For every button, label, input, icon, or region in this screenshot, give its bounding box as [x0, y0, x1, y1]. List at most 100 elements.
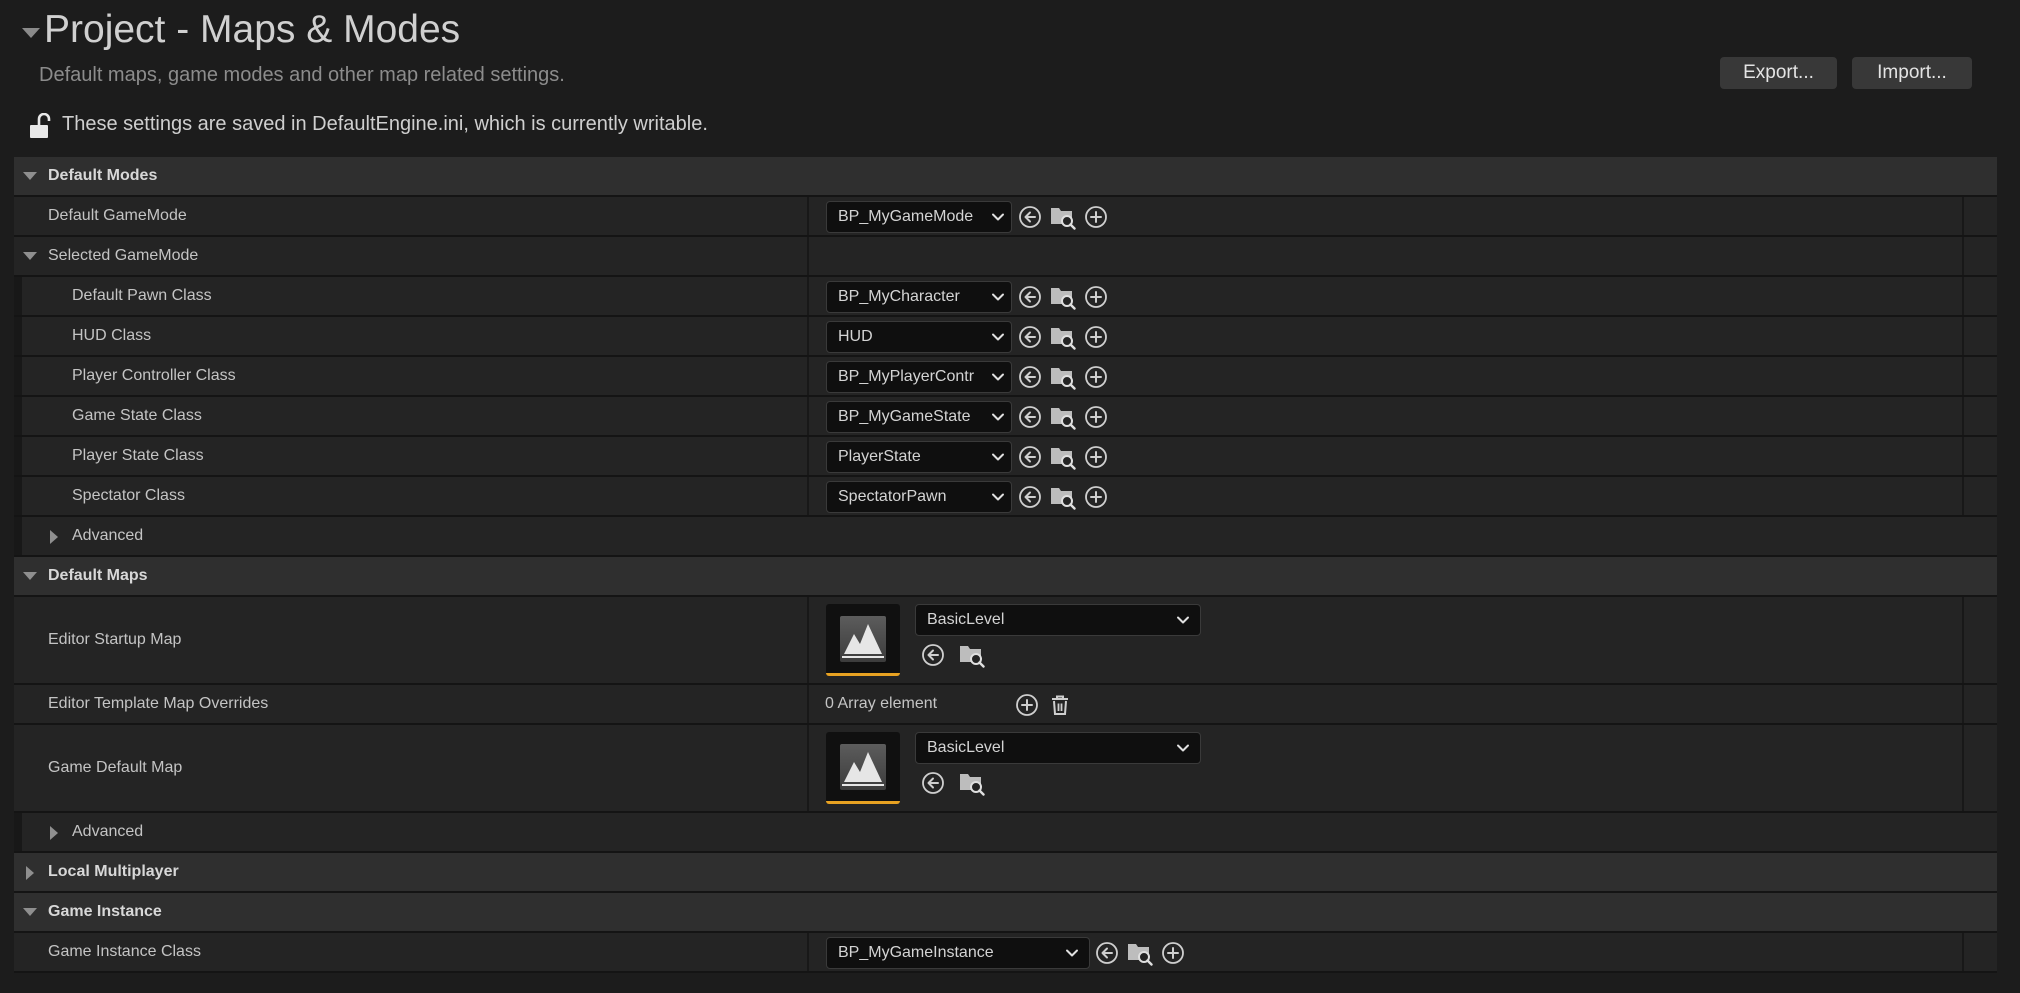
use-selected-arrow-icon[interactable] — [1017, 404, 1043, 430]
trash-icon[interactable] — [1047, 692, 1073, 718]
chevron-down-icon — [985, 362, 1011, 392]
game-default-map-combo[interactable]: BasicLevel — [915, 732, 1201, 764]
default-pawn-class-combo[interactable]: BP_MyCharacter — [826, 281, 1012, 313]
add-element-icon[interactable] — [1014, 692, 1040, 718]
category-label: Game Instance — [48, 903, 162, 920]
property-row-player-controller-class: Player Controller Class BP_MyPlayerContr — [14, 357, 1997, 397]
category-default-modes[interactable]: Default Modes — [14, 157, 1997, 197]
property-row-game-state-class: Game State Class BP_MyGameState — [14, 397, 1997, 437]
default-gamemode-combo[interactable]: BP_MyGameMode — [826, 201, 1012, 233]
chevron-down-icon — [985, 282, 1011, 312]
collapse-arrow-icon[interactable] — [23, 252, 37, 260]
property-row-default-gamemode: Default GameMode BP_MyGameMode — [14, 197, 1997, 237]
player-state-class-combo[interactable]: PlayerState — [826, 441, 1012, 473]
combo-value: BP_MyCharacter — [838, 288, 960, 305]
use-selected-arrow-icon[interactable] — [1094, 940, 1120, 966]
browse-asset-icon[interactable] — [959, 770, 985, 796]
level-thumbnail-icon — [840, 744, 886, 790]
group-advanced-modes[interactable]: Advanced — [14, 517, 1997, 557]
category-label: Local Multiplayer — [48, 863, 179, 880]
browse-asset-icon[interactable] — [1050, 324, 1076, 350]
spectator-class-combo[interactable]: SpectatorPawn — [826, 481, 1012, 513]
browse-asset-icon[interactable] — [959, 642, 985, 668]
add-new-icon[interactable] — [1083, 204, 1109, 230]
category-label: Default Maps — [48, 567, 148, 584]
expand-arrow-icon[interactable] — [50, 826, 58, 840]
page-title: Project - Maps & Modes — [44, 8, 461, 51]
add-new-icon[interactable] — [1083, 324, 1109, 350]
add-new-icon[interactable] — [1083, 484, 1109, 510]
chevron-down-icon — [985, 402, 1011, 432]
category-local-multiplayer[interactable]: Local Multiplayer — [14, 853, 1997, 893]
add-new-icon[interactable] — [1083, 364, 1109, 390]
property-label: Default GameMode — [48, 207, 187, 224]
collapse-header-arrow-icon[interactable] — [22, 28, 40, 38]
use-selected-arrow-icon[interactable] — [1017, 204, 1043, 230]
browse-asset-icon[interactable] — [1050, 484, 1076, 510]
property-row-game-instance-class: Game Instance Class BP_MyGameInstance — [14, 933, 1997, 973]
level-thumbnail-icon — [840, 616, 886, 662]
game-state-class-combo[interactable]: BP_MyGameState — [826, 401, 1012, 433]
collapse-arrow-icon[interactable] — [23, 172, 37, 180]
page-subtitle: Default maps, game modes and other map r… — [39, 64, 565, 86]
browse-asset-icon[interactable] — [1050, 444, 1076, 470]
add-new-icon[interactable] — [1083, 444, 1109, 470]
game-instance-class-combo[interactable]: BP_MyGameInstance — [826, 937, 1090, 969]
property-label: Game Default Map — [48, 759, 183, 776]
combo-value: PlayerState — [838, 448, 921, 465]
collapse-arrow-icon[interactable] — [23, 572, 37, 580]
combo-value: BP_MyGameMode — [838, 208, 974, 225]
use-selected-arrow-icon[interactable] — [1017, 484, 1043, 510]
use-selected-arrow-icon[interactable] — [920, 642, 946, 668]
group-selected-gamemode[interactable]: Selected GameMode — [14, 237, 1997, 277]
property-row-spectator-class: Spectator Class SpectatorPawn — [14, 477, 1997, 517]
group-advanced-maps[interactable]: Advanced — [14, 813, 1997, 853]
chevron-down-icon — [1166, 733, 1200, 763]
expand-arrow-icon[interactable] — [50, 530, 58, 544]
chevron-down-icon — [1055, 938, 1089, 968]
chevron-down-icon — [985, 322, 1011, 352]
chevron-down-icon — [985, 482, 1011, 512]
property-label: Spectator Class — [72, 487, 185, 504]
chevron-down-icon — [985, 442, 1011, 472]
browse-asset-icon[interactable] — [1127, 940, 1153, 966]
combo-value: SpectatorPawn — [838, 488, 947, 505]
property-row-default-pawn-class: Default Pawn Class BP_MyCharacter — [14, 277, 1997, 317]
array-count-text: 0 Array element — [825, 695, 938, 712]
browse-asset-icon[interactable] — [1050, 404, 1076, 430]
export-button[interactable]: Export... — [1720, 57, 1837, 89]
combo-value: BP_MyGameInstance — [838, 944, 994, 961]
property-row-hud-class: HUD Class HUD — [14, 317, 1997, 357]
player-controller-class-combo[interactable]: BP_MyPlayerContr — [826, 361, 1012, 393]
property-label: Editor Startup Map — [48, 631, 182, 648]
add-new-icon[interactable] — [1083, 284, 1109, 310]
category-game-instance[interactable]: Game Instance — [14, 893, 1997, 933]
collapse-arrow-icon[interactable] — [23, 908, 37, 916]
map-thumbnail[interactable] — [826, 604, 900, 676]
map-thumbnail[interactable] — [826, 732, 900, 804]
use-selected-arrow-icon[interactable] — [920, 770, 946, 796]
property-row-player-state-class: Player State Class PlayerState — [14, 437, 1997, 477]
chevron-down-icon — [1166, 605, 1200, 635]
combo-value: BP_MyGameState — [838, 408, 971, 425]
use-selected-arrow-icon[interactable] — [1017, 284, 1043, 310]
category-default-maps[interactable]: Default Maps — [14, 557, 1997, 597]
property-label: Editor Template Map Overrides — [48, 695, 269, 712]
use-selected-arrow-icon[interactable] — [1017, 324, 1043, 350]
add-new-icon[interactable] — [1160, 940, 1186, 966]
combo-value: HUD — [838, 328, 873, 345]
browse-asset-icon[interactable] — [1050, 364, 1076, 390]
expand-arrow-icon[interactable] — [26, 866, 34, 880]
settings-panel: Default Modes Default GameMode BP_MyGame… — [14, 157, 1997, 973]
use-selected-arrow-icon[interactable] — [1017, 364, 1043, 390]
property-row-editor-template-map-overrides: Editor Template Map Overrides 0 Array el… — [14, 685, 1997, 725]
add-new-icon[interactable] — [1083, 404, 1109, 430]
import-button[interactable]: Import... — [1852, 57, 1972, 89]
use-selected-arrow-icon[interactable] — [1017, 444, 1043, 470]
hud-class-combo[interactable]: HUD — [826, 321, 1012, 353]
property-row-game-default-map: Game Default Map BasicLevel — [14, 725, 1997, 813]
group-label: Advanced — [72, 527, 144, 544]
browse-asset-icon[interactable] — [1050, 284, 1076, 310]
editor-startup-map-combo[interactable]: BasicLevel — [915, 604, 1201, 636]
browse-asset-icon[interactable] — [1050, 204, 1076, 230]
